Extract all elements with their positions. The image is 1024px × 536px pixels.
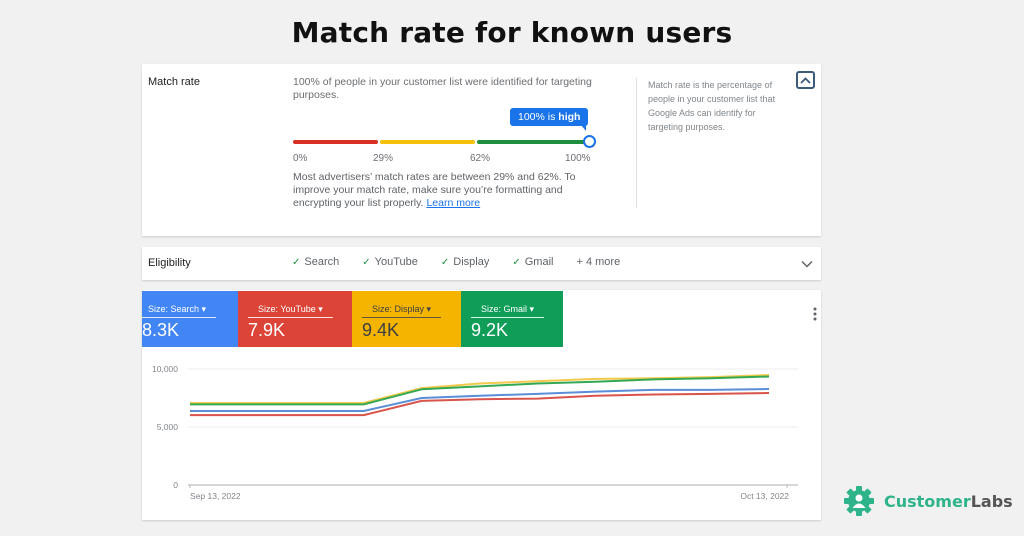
brand-logo: CustomerLabs (842, 484, 1013, 518)
meter-tick: 100% (565, 153, 591, 164)
match-rate-help-text: Match rate is the percentage of people i… (648, 80, 776, 132)
eligibility-list: ✓ Search ✓ YouTube ✓ Display ✓ Gmail + 4 mor… (292, 256, 643, 268)
tooltip-prefix: 100% is (518, 111, 559, 123)
chevron-down-icon (801, 260, 813, 268)
gear-person-icon (844, 486, 874, 516)
x-tick-label: Sep 13, 2022 (190, 491, 241, 501)
expand-button[interactable] (801, 255, 813, 273)
y-tick-label: 5,000 (157, 422, 179, 432)
meter-tick: 62% (470, 153, 491, 164)
chevron-up-icon (800, 76, 811, 84)
eligibility-item-label: Search (304, 256, 340, 268)
eligibility-item-label: Gmail (524, 256, 554, 268)
eligibility-item-display: ✓ Display (441, 256, 489, 268)
match-rate-description: 100% of people in your customer list wer… (293, 76, 592, 101)
eligibility-item-gmail: ✓ Gmail (512, 256, 553, 268)
y-tick-label: 10,000 (152, 364, 178, 374)
eligibility-item-label: Display (453, 256, 490, 268)
meter-segment-high (477, 140, 587, 144)
meter-segment-low (293, 140, 378, 144)
collapse-button[interactable] (796, 71, 815, 89)
check-icon: ✓ (440, 256, 450, 268)
match-rate-tooltip: 100% is high (510, 108, 589, 131)
check-icon: ✓ (362, 256, 371, 268)
meter-tick: 29% (373, 153, 394, 164)
brand-name-primary: Customer (884, 491, 971, 511)
match-rate-card: Match rate 100% of people in your custom… (142, 64, 821, 236)
match-rate-note: Most advertisers’ match rates are betwee… (293, 171, 603, 210)
line-chart: 0 5,000 10,000 Sep 13, 2022 Oct 13, 2022 (152, 364, 798, 501)
eligibility-card: Eligibility ✓ Search ✓ YouTube ✓ Display ✓ G… (142, 247, 821, 280)
brand-name-secondary: Labs (970, 491, 1013, 511)
x-tick-label: Oct 13, 2022 (740, 491, 789, 501)
page-title: Match rate for known users (291, 16, 733, 49)
eligibility-item-label: YouTube (374, 256, 418, 268)
tooltip-rating: high (558, 111, 581, 123)
meter-knob (583, 135, 596, 148)
y-tick-label: 0 (173, 480, 178, 490)
eligibility-item-youtube: ✓ YouTube (362, 256, 418, 268)
divider (636, 78, 637, 208)
chart-card: Size: Search ▾ 8.3K Size: YouTube ▾ 7.9K… (142, 290, 821, 520)
meter-tick: 0% (293, 153, 308, 164)
meter-segment-medium (380, 140, 475, 144)
check-icon: ✓ (292, 256, 301, 268)
learn-more-link[interactable]: Learn more (426, 197, 480, 209)
eligibility-item-search: ✓ Search (292, 256, 339, 268)
check-icon: ✓ (512, 256, 521, 268)
match-rate-label: Match rate (148, 76, 200, 88)
eligibility-more[interactable]: + 4 more (576, 256, 620, 268)
eligibility-label: Eligibility (148, 257, 191, 269)
match-rate-meter: 100% is high 0% 29% 62% 100% (293, 108, 596, 164)
